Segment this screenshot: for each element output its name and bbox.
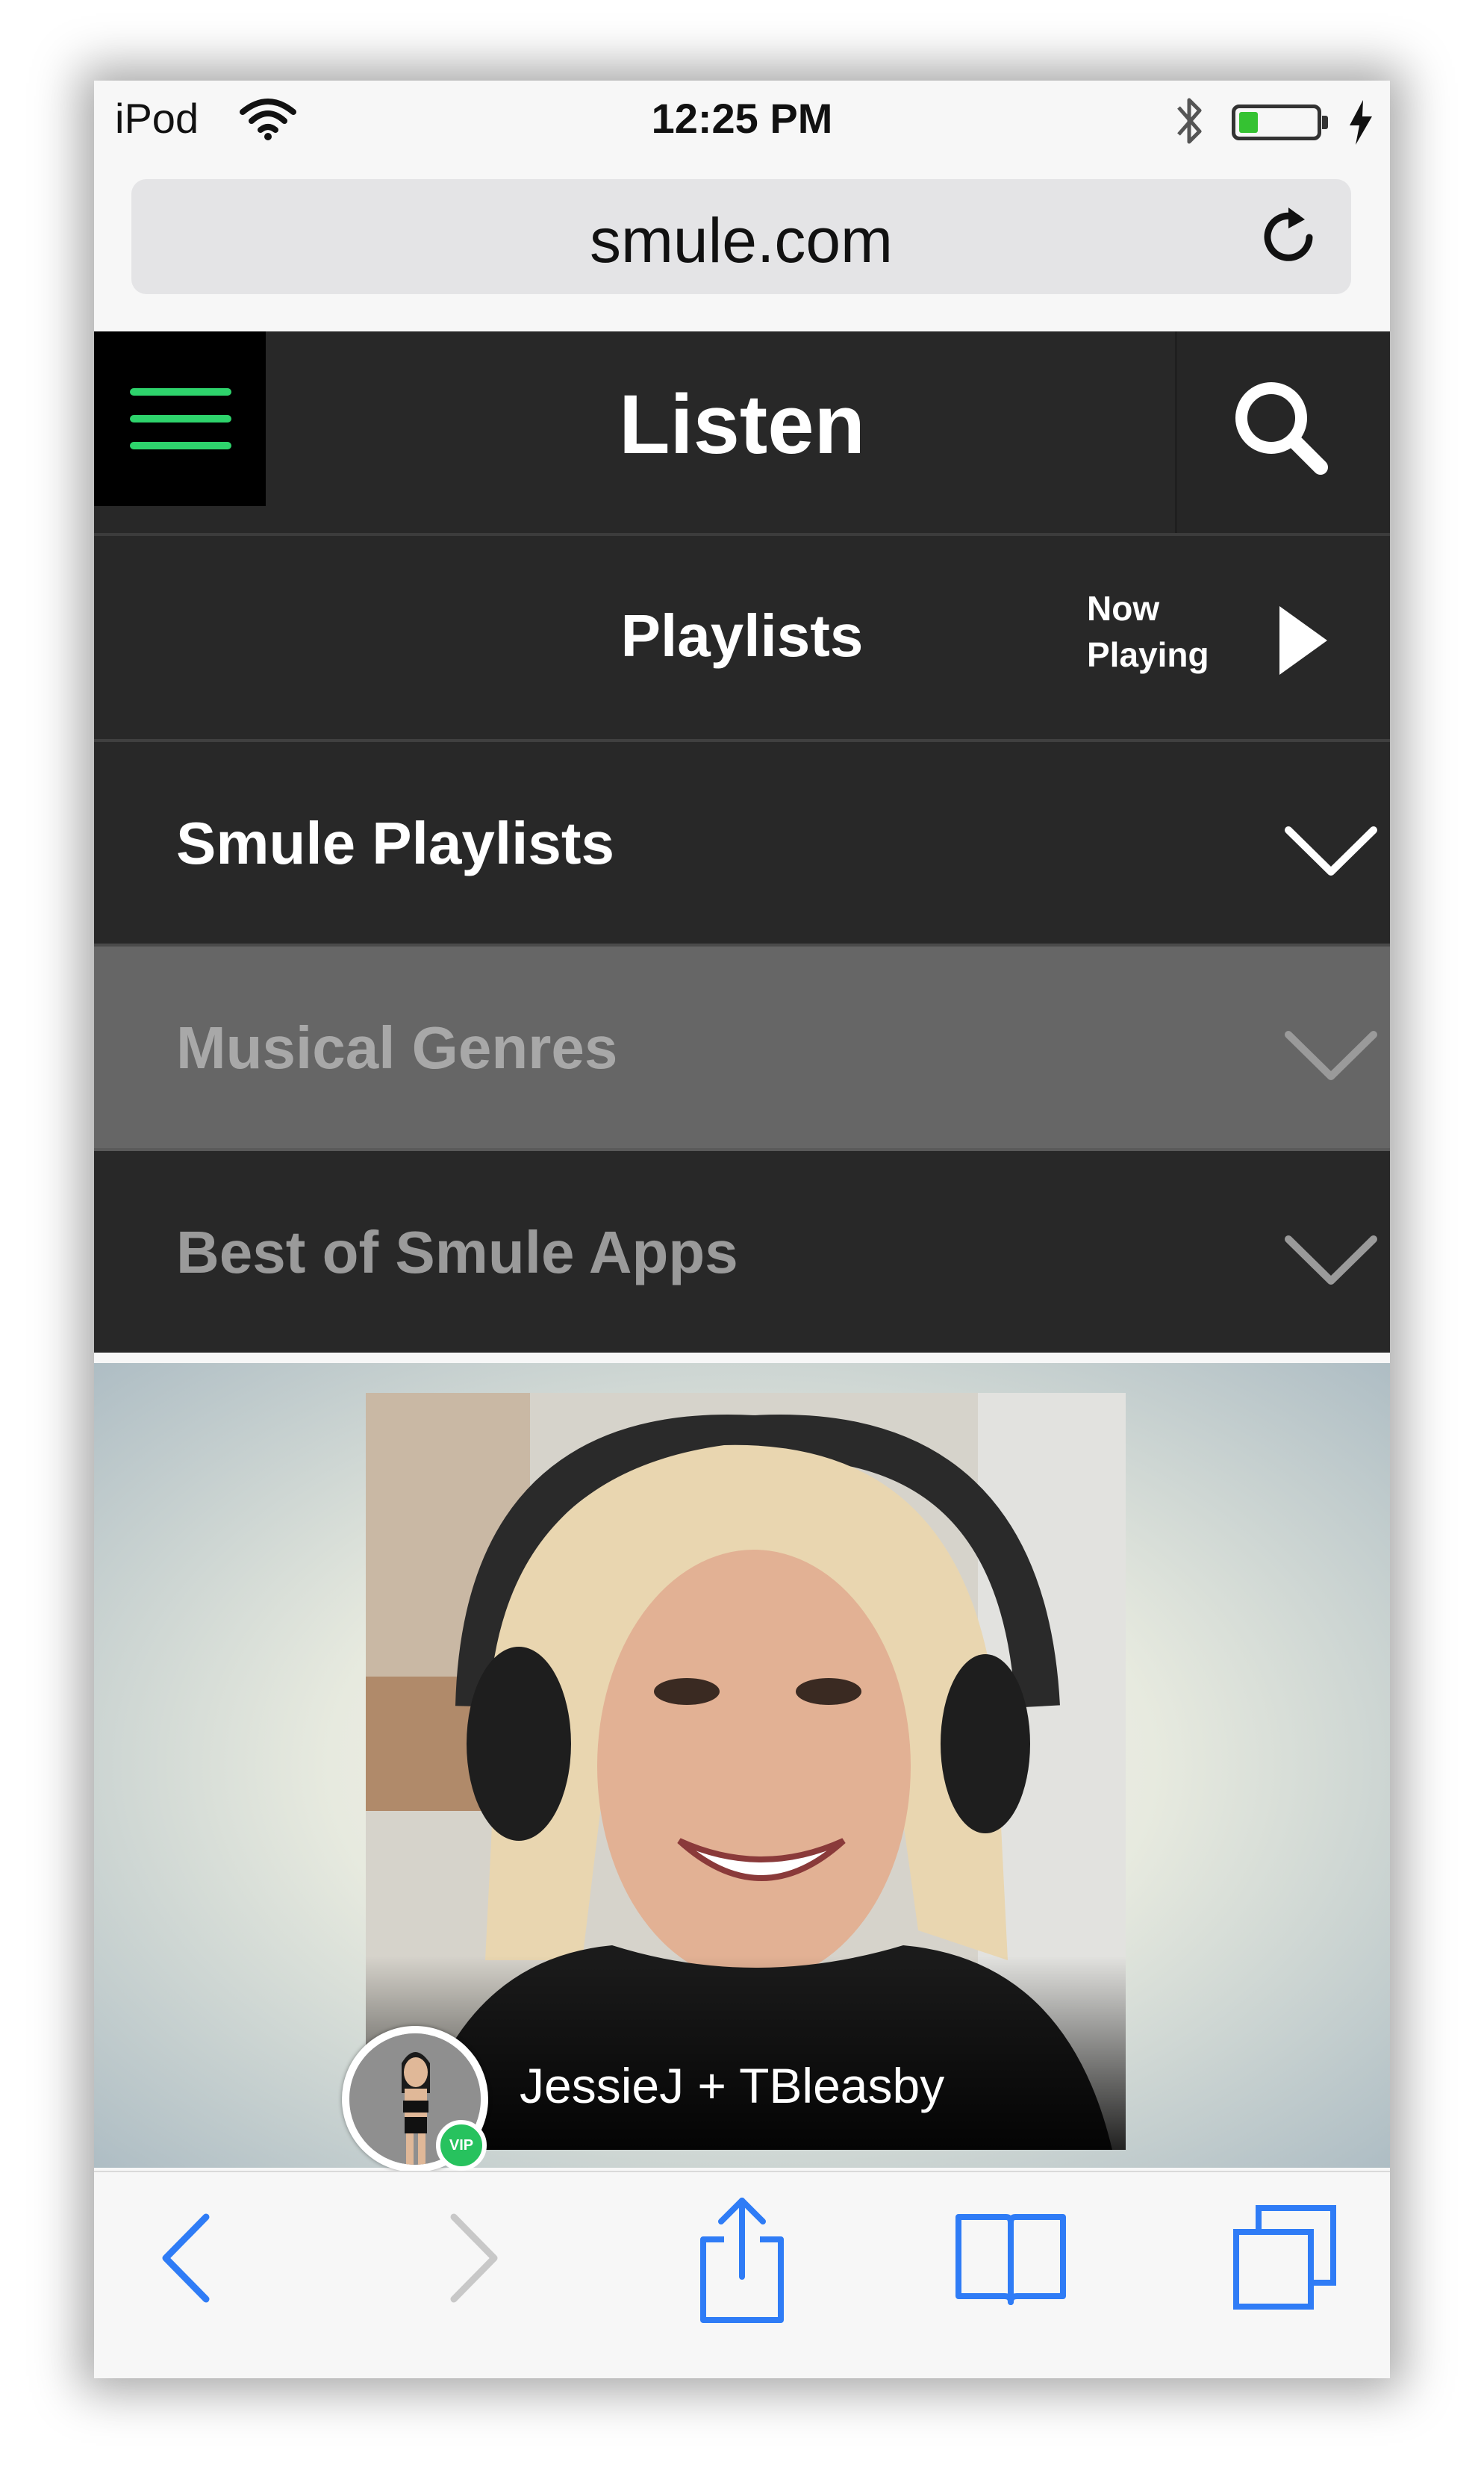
accordion-musical-genres[interactable]: Musical Genres — [94, 947, 1390, 1151]
vip-badge: VIP — [436, 2120, 487, 2171]
charging-icon — [1350, 100, 1372, 145]
search-button[interactable] — [1175, 331, 1390, 533]
search-icon — [1235, 382, 1328, 475]
accordion-label: Best of Smule Apps — [176, 1219, 738, 1285]
now-playing-line1: Now — [1087, 589, 1160, 628]
now-playing-button[interactable]: Now Playing — [1087, 585, 1221, 678]
featured-performance-thumbnail[interactable]: JessieJ + TBleasby — [366, 1393, 1126, 2150]
url-text: smule.com — [589, 205, 894, 275]
battery-icon — [1232, 105, 1328, 140]
browser-toolbar — [94, 2171, 1390, 2378]
now-playing-line2: Playing — [1087, 635, 1209, 674]
chevron-down-icon — [1285, 1031, 1377, 1080]
status-bar: iPod 12:25 PM — [94, 81, 1390, 169]
bluetooth-icon — [1177, 98, 1202, 144]
bookmarks-icon[interactable] — [953, 2210, 1069, 2307]
accordion-label: Smule Playlists — [176, 810, 614, 876]
avatar[interactable]: VIP — [342, 2026, 488, 2172]
phone-screen: iPod 12:25 PM smule.com Listen Playlists… — [94, 81, 1390, 2378]
accordion-label: Musical Genres — [176, 1014, 618, 1081]
share-icon[interactable] — [696, 2195, 788, 2326]
accordion-smule-playlists[interactable]: Smule Playlists — [94, 742, 1390, 947]
app-header: Listen — [94, 331, 1390, 536]
battery-level — [1239, 112, 1258, 133]
play-icon[interactable] — [1273, 603, 1333, 678]
featured-area: JessieJ + TBleasby VIP — [94, 1363, 1390, 2172]
forward-arrow-icon[interactable] — [440, 2202, 508, 2314]
performance-caption[interactable]: JessieJ + TBleasby — [520, 2057, 944, 2114]
tabs-icon[interactable] — [1229, 2202, 1341, 2314]
chevron-down-icon — [1285, 1235, 1377, 1285]
address-bar[interactable]: smule.com — [131, 179, 1351, 294]
accordion-best-of-smule-apps[interactable]: Best of Smule Apps — [94, 1151, 1390, 1353]
back-arrow-icon[interactable] — [152, 2202, 219, 2314]
chevron-down-icon — [1285, 826, 1377, 876]
reload-icon[interactable] — [1259, 205, 1323, 272]
playlists-bar: Playlists Now Playing — [94, 536, 1390, 742]
